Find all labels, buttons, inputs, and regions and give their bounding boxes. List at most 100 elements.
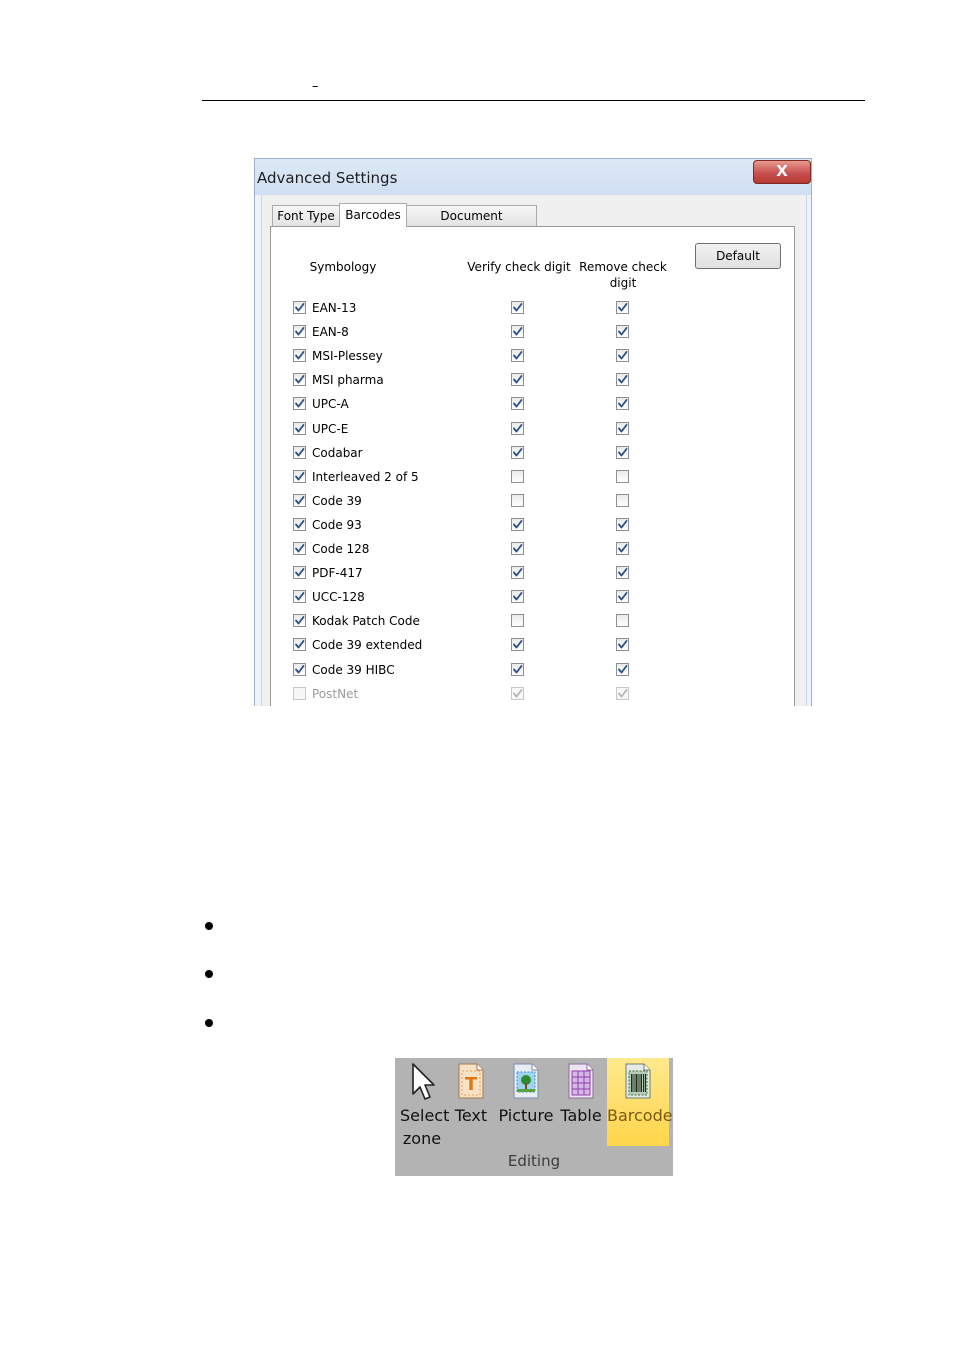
symbology-checkbox[interactable] [293, 349, 306, 363]
symbology-row: Code 39 [0, 489, 954, 513]
symbology-label: UPC-A [312, 397, 349, 412]
close-icon: X [776, 162, 788, 180]
column-header-symbology: Symbology [309, 260, 377, 274]
close-button[interactable]: X [753, 160, 811, 184]
remove-check-digit-checkbox[interactable] [616, 445, 629, 459]
remove-check-digit-checkbox [616, 686, 629, 700]
barcode-zone-button[interactable]: Barcode [607, 1058, 673, 1146]
remove-check-digit-checkbox[interactable] [616, 421, 629, 435]
verify-check-digit-checkbox [511, 686, 524, 700]
remove-check-digit-checkbox[interactable] [616, 493, 629, 507]
verify-check-digit-checkbox[interactable] [511, 421, 524, 435]
symbology-checkbox[interactable] [293, 517, 306, 531]
barcode-zone-label: Barcode [607, 1106, 673, 1125]
column-header-remove-check-digit: Remove check digit [579, 260, 667, 290]
verify-check-digit-checkbox[interactable] [511, 542, 524, 555]
symbology-checkbox[interactable] [293, 469, 306, 483]
verify-check-digit-checkbox[interactable] [511, 349, 524, 363]
ribbon-group-label: Editing [507, 1152, 561, 1170]
symbology-checkbox[interactable] [293, 566, 306, 580]
select-zone-button[interactable]: Select zone [397, 1058, 449, 1148]
symbology-checkbox[interactable] [293, 542, 306, 555]
remove-check-digit-checkbox[interactable] [616, 397, 629, 411]
remove-check-digit-checkbox[interactable] [616, 301, 629, 314]
remove-check-digit-checkbox[interactable] [616, 469, 629, 483]
text-zone-button[interactable]: T Text [451, 1058, 491, 1146]
header-rule [202, 100, 865, 101]
bullet-point [205, 1019, 213, 1027]
verify-check-digit-checkbox[interactable] [511, 662, 524, 676]
header-mark: – [312, 79, 319, 94]
remove-check-digit-checkbox[interactable] [616, 662, 629, 676]
dialog-titlebar[interactable]: Advanced Settings X [255, 159, 811, 195]
symbology-label: Code 39 HIBC [312, 662, 395, 677]
table-zone-button[interactable]: Table [559, 1058, 603, 1146]
table-zone-label: Table [560, 1106, 602, 1125]
symbology-label: Code 39 [312, 493, 362, 508]
tab-font-type[interactable]: Font Type [272, 205, 340, 226]
remove-check-digit-checkbox[interactable] [616, 349, 629, 363]
symbology-label: MSI pharma [312, 373, 384, 388]
symbology-row: EAN-13 [0, 296, 954, 320]
remove-check-digit-checkbox[interactable] [616, 566, 629, 580]
verify-check-digit-checkbox[interactable] [511, 614, 524, 628]
symbology-checkbox[interactable] [293, 638, 306, 652]
verify-check-digit-checkbox[interactable] [511, 517, 524, 531]
symbology-checkbox[interactable] [293, 445, 306, 459]
picture-zone-button[interactable]: Picture [497, 1058, 555, 1146]
symbology-label: UCC-128 [312, 590, 365, 605]
remove-check-digit-checkbox[interactable] [616, 517, 629, 531]
symbology-row: UPC-A [0, 392, 954, 416]
remove-check-digit-checkbox[interactable] [616, 373, 629, 387]
verify-check-digit-checkbox[interactable] [511, 590, 524, 604]
dialog-title: Advanced Settings [257, 169, 398, 187]
symbology-label: Code 39 extended [312, 638, 423, 653]
verify-check-digit-checkbox[interactable] [511, 638, 524, 652]
symbology-checkbox[interactable] [293, 325, 306, 339]
symbology-label: Code 93 [312, 517, 362, 532]
tab-barcodes[interactable]: Barcodes [339, 203, 407, 227]
symbology-label: MSI-Plessey [312, 349, 383, 364]
default-button[interactable]: Default [695, 243, 781, 269]
picture-zone-icon [513, 1063, 539, 1099]
remove-check-digit-checkbox[interactable] [616, 542, 629, 555]
symbology-label: PostNet [312, 686, 359, 701]
verify-check-digit-checkbox[interactable] [511, 566, 524, 580]
remove-check-digit-checkbox[interactable] [616, 590, 629, 604]
editing-ribbon-group: Select zone T Text Picture Table Barcode… [395, 1058, 673, 1176]
symbology-checkbox[interactable] [293, 493, 306, 507]
remove-check-digit-checkbox[interactable] [616, 325, 629, 339]
symbology-row: Kodak Patch Code [0, 609, 954, 633]
verify-check-digit-checkbox[interactable] [511, 325, 524, 339]
verify-check-digit-checkbox[interactable] [511, 445, 524, 459]
symbology-checkbox[interactable] [293, 301, 306, 314]
symbology-checkbox[interactable] [293, 373, 306, 387]
remove-check-digit-checkbox[interactable] [616, 614, 629, 628]
symbology-label: PDF-417 [312, 566, 363, 581]
symbology-checkbox[interactable] [293, 662, 306, 676]
verify-check-digit-checkbox[interactable] [511, 493, 524, 507]
symbology-row: UPC-E [0, 417, 954, 441]
symbology-checkbox[interactable] [293, 421, 306, 435]
bullet-point [205, 970, 213, 978]
remove-check-digit-checkbox[interactable] [616, 638, 629, 652]
table-zone-icon [568, 1063, 594, 1099]
svg-text:T: T [465, 1074, 478, 1095]
verify-check-digit-checkbox[interactable] [511, 397, 524, 411]
symbology-row: Code 39 extended [0, 633, 954, 657]
symbology-checkbox[interactable] [293, 590, 306, 604]
symbology-row: Code 93 [0, 513, 954, 537]
symbology-row: EAN-8 [0, 320, 954, 344]
symbology-checkbox[interactable] [293, 397, 306, 411]
symbology-checkbox[interactable] [293, 614, 306, 628]
verify-check-digit-checkbox[interactable] [511, 469, 524, 483]
picture-zone-label: Picture [498, 1106, 554, 1125]
verify-check-digit-checkbox[interactable] [511, 301, 524, 314]
symbology-label: EAN-13 [312, 301, 357, 315]
symbology-label: Interleaved 2 of 5 [312, 469, 419, 484]
tab-document-processing[interactable]: Document Processing [406, 205, 537, 244]
symbology-row: PDF-417 [0, 561, 954, 585]
verify-check-digit-checkbox[interactable] [511, 373, 524, 387]
symbology-row: PostNet [0, 682, 954, 706]
symbology-row: UCC-128 [0, 585, 954, 609]
